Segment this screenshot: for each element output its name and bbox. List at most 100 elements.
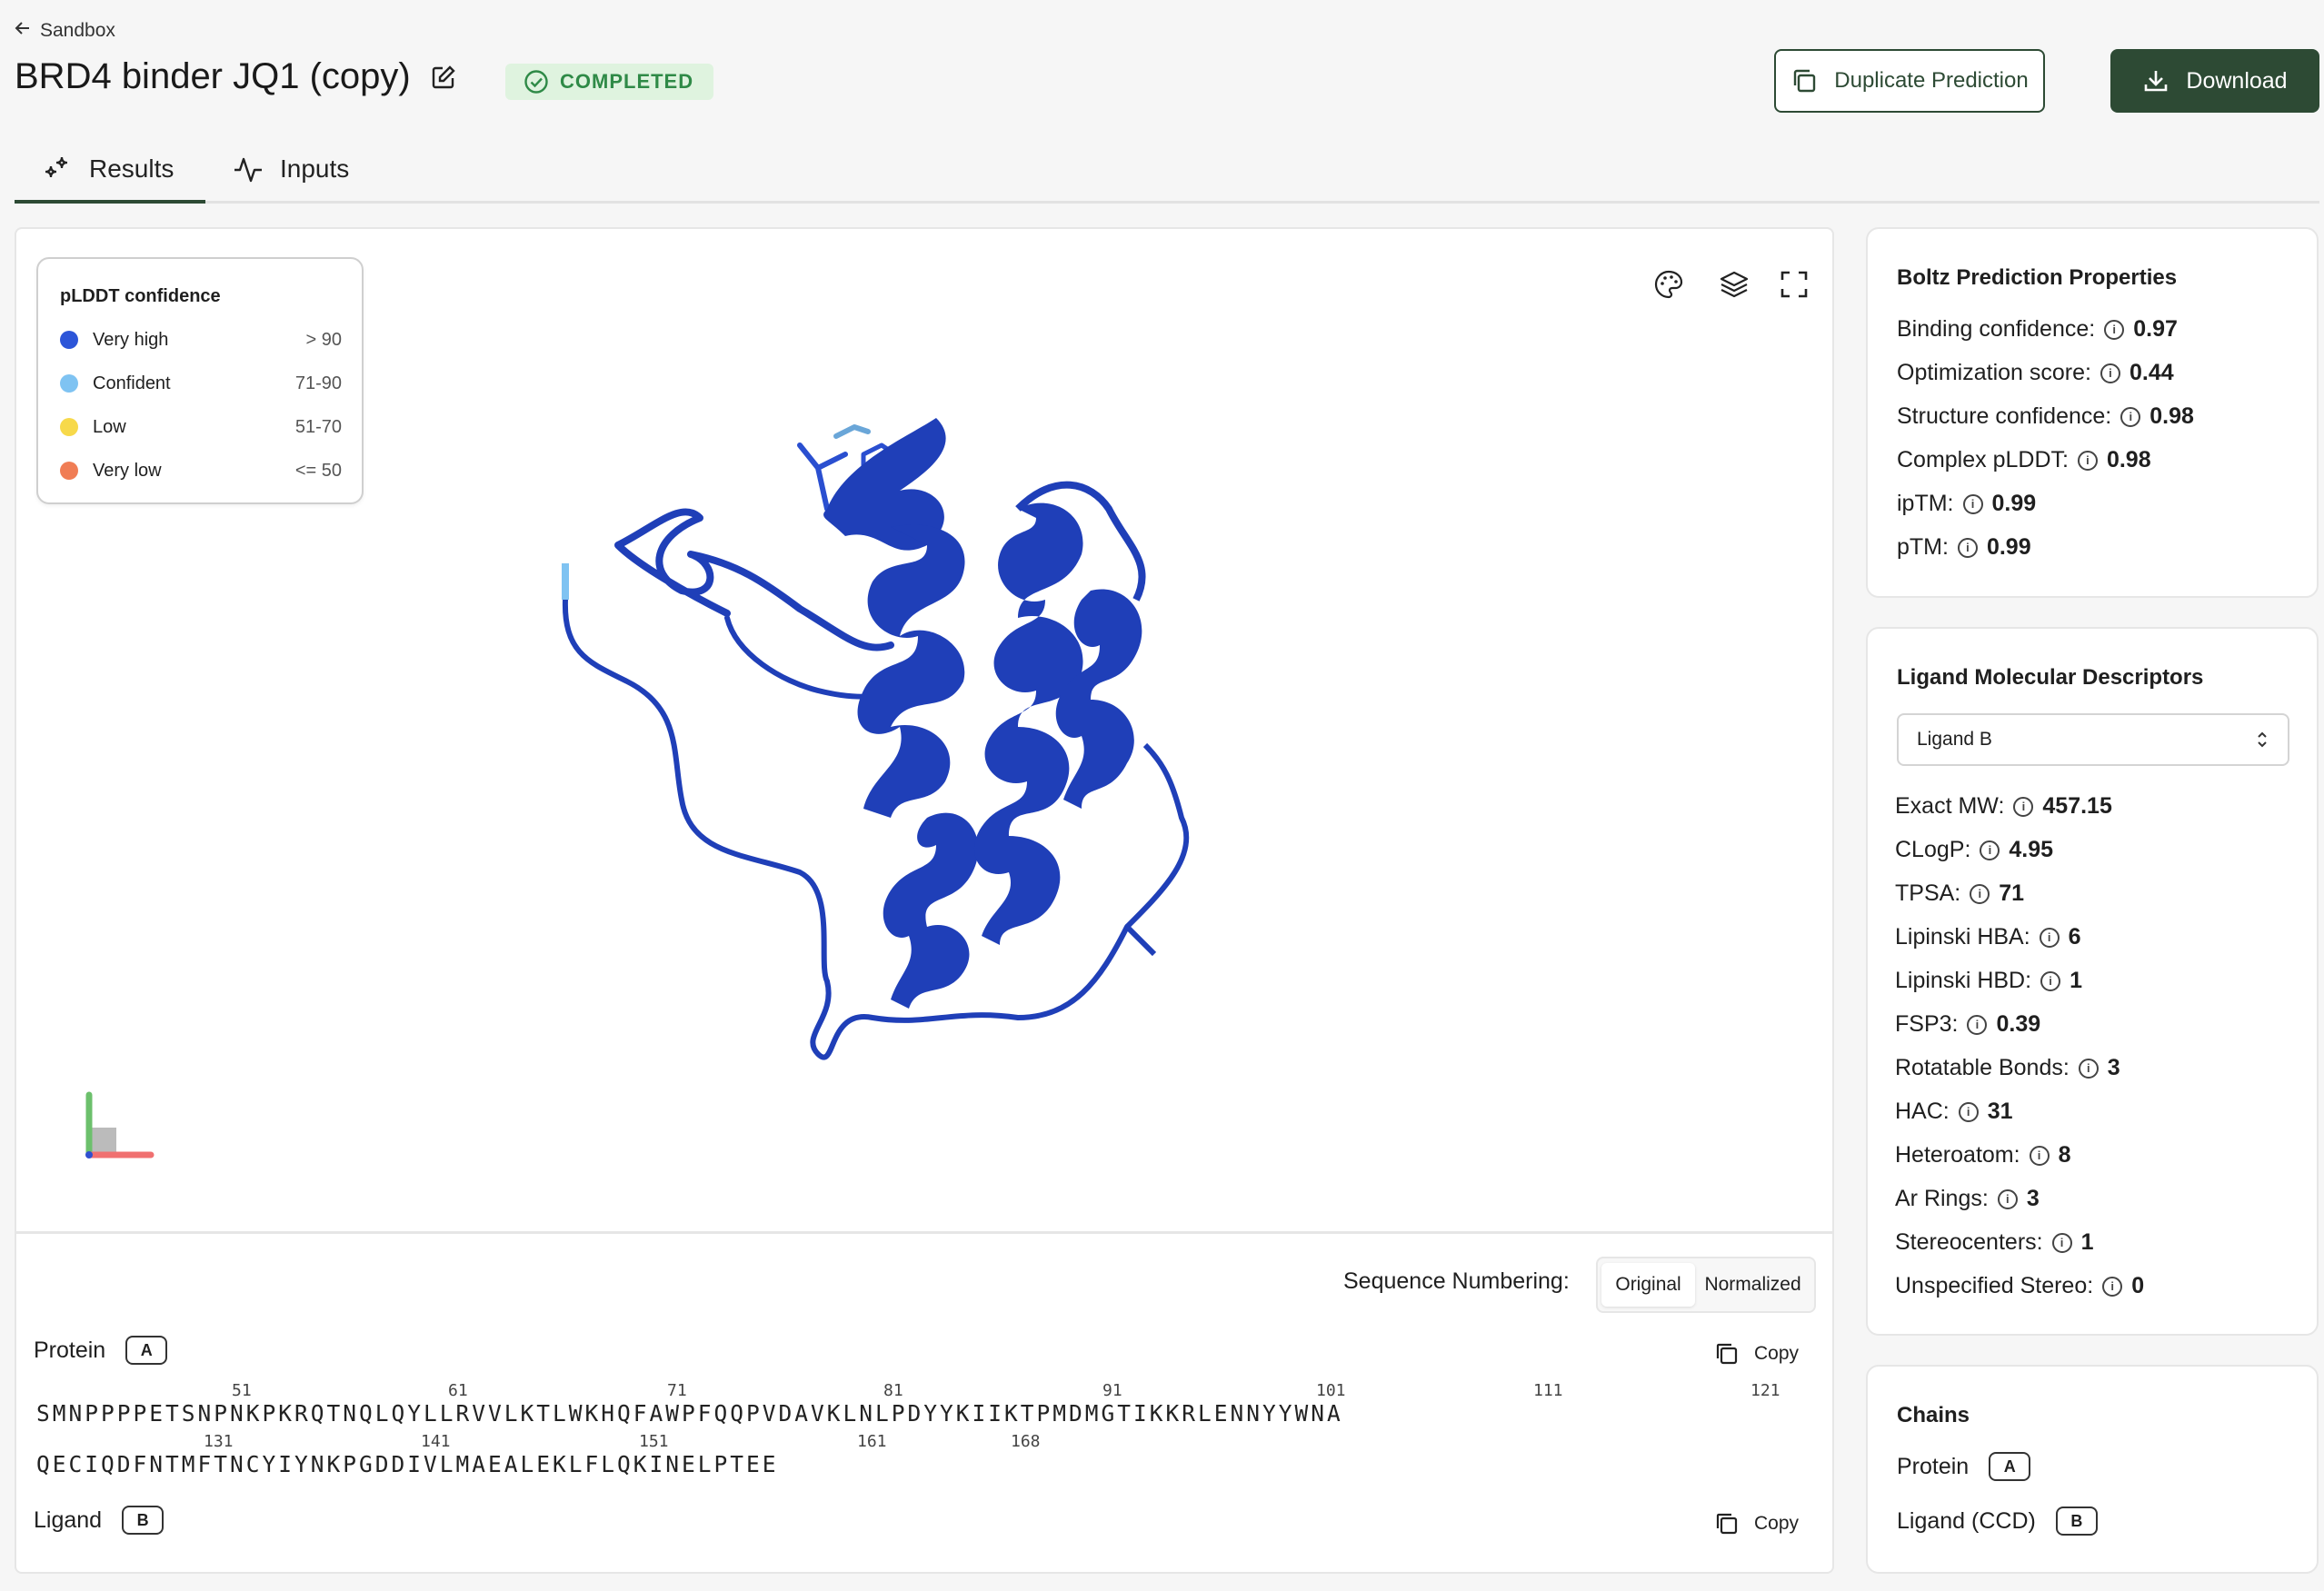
property-label: Complex pLDDT: — [1897, 447, 2069, 472]
ligand-select[interactable]: Ligand B — [1897, 713, 2289, 766]
protein-label: Protein — [34, 1337, 106, 1363]
duplicate-prediction-label: Duplicate Prediction — [1834, 68, 2029, 93]
descriptor-row: Heteroatom: i 8 — [1895, 1142, 2070, 1168]
protein-structure-render[interactable] — [545, 382, 1200, 1090]
download-icon — [2142, 67, 2169, 94]
download-button[interactable]: Download — [2110, 49, 2319, 113]
info-icon[interactable]: i — [1997, 1188, 2018, 1209]
info-icon[interactable]: i — [2102, 1276, 2123, 1297]
property-value: 0.98 — [2106, 447, 2151, 472]
sequence-marker: 101 — [1316, 1381, 1346, 1400]
descriptor-label: Ar Rings: — [1895, 1186, 1989, 1211]
descriptor-value: 0.39 — [1996, 1011, 2041, 1037]
info-icon[interactable]: i — [1970, 883, 1990, 904]
copy-ligand-button[interactable]: Copy — [1714, 1511, 1799, 1536]
duplicate-prediction-button[interactable]: Duplicate Prediction — [1774, 49, 2045, 113]
copy-protein-button[interactable]: Copy — [1714, 1341, 1799, 1367]
legend-item-label: Very high — [93, 329, 169, 350]
check-circle-icon — [524, 69, 549, 94]
numbering-original-option[interactable]: Original — [1601, 1263, 1696, 1307]
info-icon[interactable]: i — [2120, 406, 2141, 427]
sequence-marker: 61 — [448, 1381, 468, 1400]
descriptor-value: 71 — [1999, 880, 2025, 906]
descriptor-value: 8 — [2058, 1142, 2071, 1168]
back-link[interactable]: Sandbox — [15, 20, 115, 42]
sequence-marker: 51 — [232, 1381, 252, 1400]
info-icon[interactable]: i — [2039, 927, 2060, 948]
download-label: Download — [2186, 67, 2288, 94]
descriptor-row: CLogP: i 4.95 — [1895, 837, 2053, 863]
info-icon[interactable]: i — [2100, 363, 2120, 383]
info-icon[interactable]: i — [1957, 537, 1978, 558]
legend-swatch — [60, 374, 78, 393]
tab-inputs[interactable]: Inputs — [233, 136, 349, 202]
info-icon[interactable]: i — [2078, 1058, 2099, 1079]
info-icon[interactable]: i — [2077, 450, 2098, 471]
sequence-marker: 161 — [857, 1432, 887, 1451]
descriptor-value: 6 — [2068, 924, 2081, 950]
info-icon[interactable]: i — [2013, 796, 2034, 817]
descriptor-value: 1 — [2070, 968, 2082, 993]
legend-item-range: > 90 — [305, 329, 342, 350]
descriptor-value: 0 — [2131, 1273, 2145, 1298]
protein-sequence-line-2[interactable]: QECIQDFNTMFTNCYIYNKPGDDIVLMAEALEKLFLQKIN… — [36, 1451, 779, 1477]
legend-item-label: Low — [93, 416, 126, 437]
chain-chip: B — [2055, 1506, 2098, 1536]
property-row: Optimization score: i 0.44 — [1897, 360, 2174, 386]
copy-label: Copy — [1754, 1513, 1800, 1534]
legend-item-range: 51-70 — [294, 416, 342, 437]
info-icon[interactable]: i — [2104, 319, 2125, 340]
descriptor-row: TPSA: i 71 — [1895, 880, 2024, 907]
info-icon[interactable]: i — [1962, 493, 1983, 514]
card-title: Boltz Prediction Properties — [1897, 265, 2178, 290]
info-icon[interactable]: i — [1980, 840, 2000, 860]
legend-item-range: <= 50 — [294, 460, 342, 481]
sequence-marker: 141 — [421, 1432, 451, 1451]
legend-swatch — [60, 418, 78, 436]
info-icon[interactable]: i — [1958, 1101, 1979, 1122]
sequence-marker: 81 — [883, 1381, 903, 1400]
tab-inputs-label: Inputs — [280, 154, 350, 183]
page-title-row: BRD4 binder JQ1 (copy) — [15, 56, 456, 97]
sequence-marker: 168 — [1011, 1432, 1041, 1451]
property-label: ipTM: — [1897, 491, 1954, 516]
tab-results[interactable]: Results — [42, 136, 174, 202]
legend-item-label: Very low — [93, 460, 162, 481]
property-row: pTM: i 0.99 — [1897, 534, 2031, 561]
property-row: Structure confidence: i 0.98 — [1897, 403, 2194, 430]
sequence-numbering-label: Sequence Numbering: — [1343, 1268, 1570, 1294]
legend-item: Low 51-70 — [60, 413, 342, 441]
descriptor-row: Lipinski HBD: i 1 — [1895, 968, 2082, 994]
numbering-normalized-option[interactable]: Normalized — [1695, 1263, 1810, 1307]
info-icon[interactable]: i — [2029, 1145, 2050, 1166]
sequence-marker: 91 — [1102, 1381, 1122, 1400]
chain-chip: B — [122, 1506, 165, 1535]
info-icon[interactable]: i — [2040, 970, 2061, 991]
descriptor-row: Unspecified Stereo: i 0 — [1895, 1273, 2144, 1299]
descriptor-value: 457.15 — [2042, 793, 2112, 819]
axes-gizmo-icon — [85, 1091, 155, 1158]
descriptor-label: HAC: — [1895, 1099, 1950, 1124]
descriptor-label: Stereocenters: — [1895, 1229, 2043, 1255]
info-icon[interactable]: i — [2051, 1232, 2072, 1253]
layers-icon[interactable] — [1716, 266, 1752, 303]
ligand-chain-header: Ligand B — [34, 1506, 165, 1535]
edit-icon[interactable] — [431, 65, 456, 90]
status-badge: COMPLETED — [505, 64, 714, 100]
chains-card: Chains Protein A Ligand (CCD) B — [1866, 1365, 2319, 1574]
palette-icon[interactable] — [1651, 266, 1687, 303]
copy-label: Copy — [1754, 1343, 1800, 1364]
info-icon[interactable]: i — [1967, 1014, 1988, 1035]
chevron-updown-icon — [2255, 730, 2269, 750]
sequence-numbering-toggle: Original Normalized — [1596, 1257, 1816, 1313]
legend-swatch — [60, 462, 78, 480]
descriptor-label: Heteroatom: — [1895, 1142, 2020, 1168]
copy-icon — [1714, 1511, 1740, 1536]
sequence-marker: 131 — [204, 1432, 234, 1451]
property-label: pTM: — [1897, 534, 1949, 560]
page-title: BRD4 binder JQ1 (copy) — [15, 56, 411, 96]
protein-sequence-line-1[interactable]: SMNPPPPETSNPNKPKRQTNQLQYLLRVVLKTLWKHQFAW… — [36, 1400, 1343, 1427]
card-title: Chains — [1897, 1403, 1970, 1427]
fullscreen-icon[interactable] — [1776, 266, 1812, 303]
descriptor-row: Ar Rings: i 3 — [1895, 1186, 2040, 1212]
